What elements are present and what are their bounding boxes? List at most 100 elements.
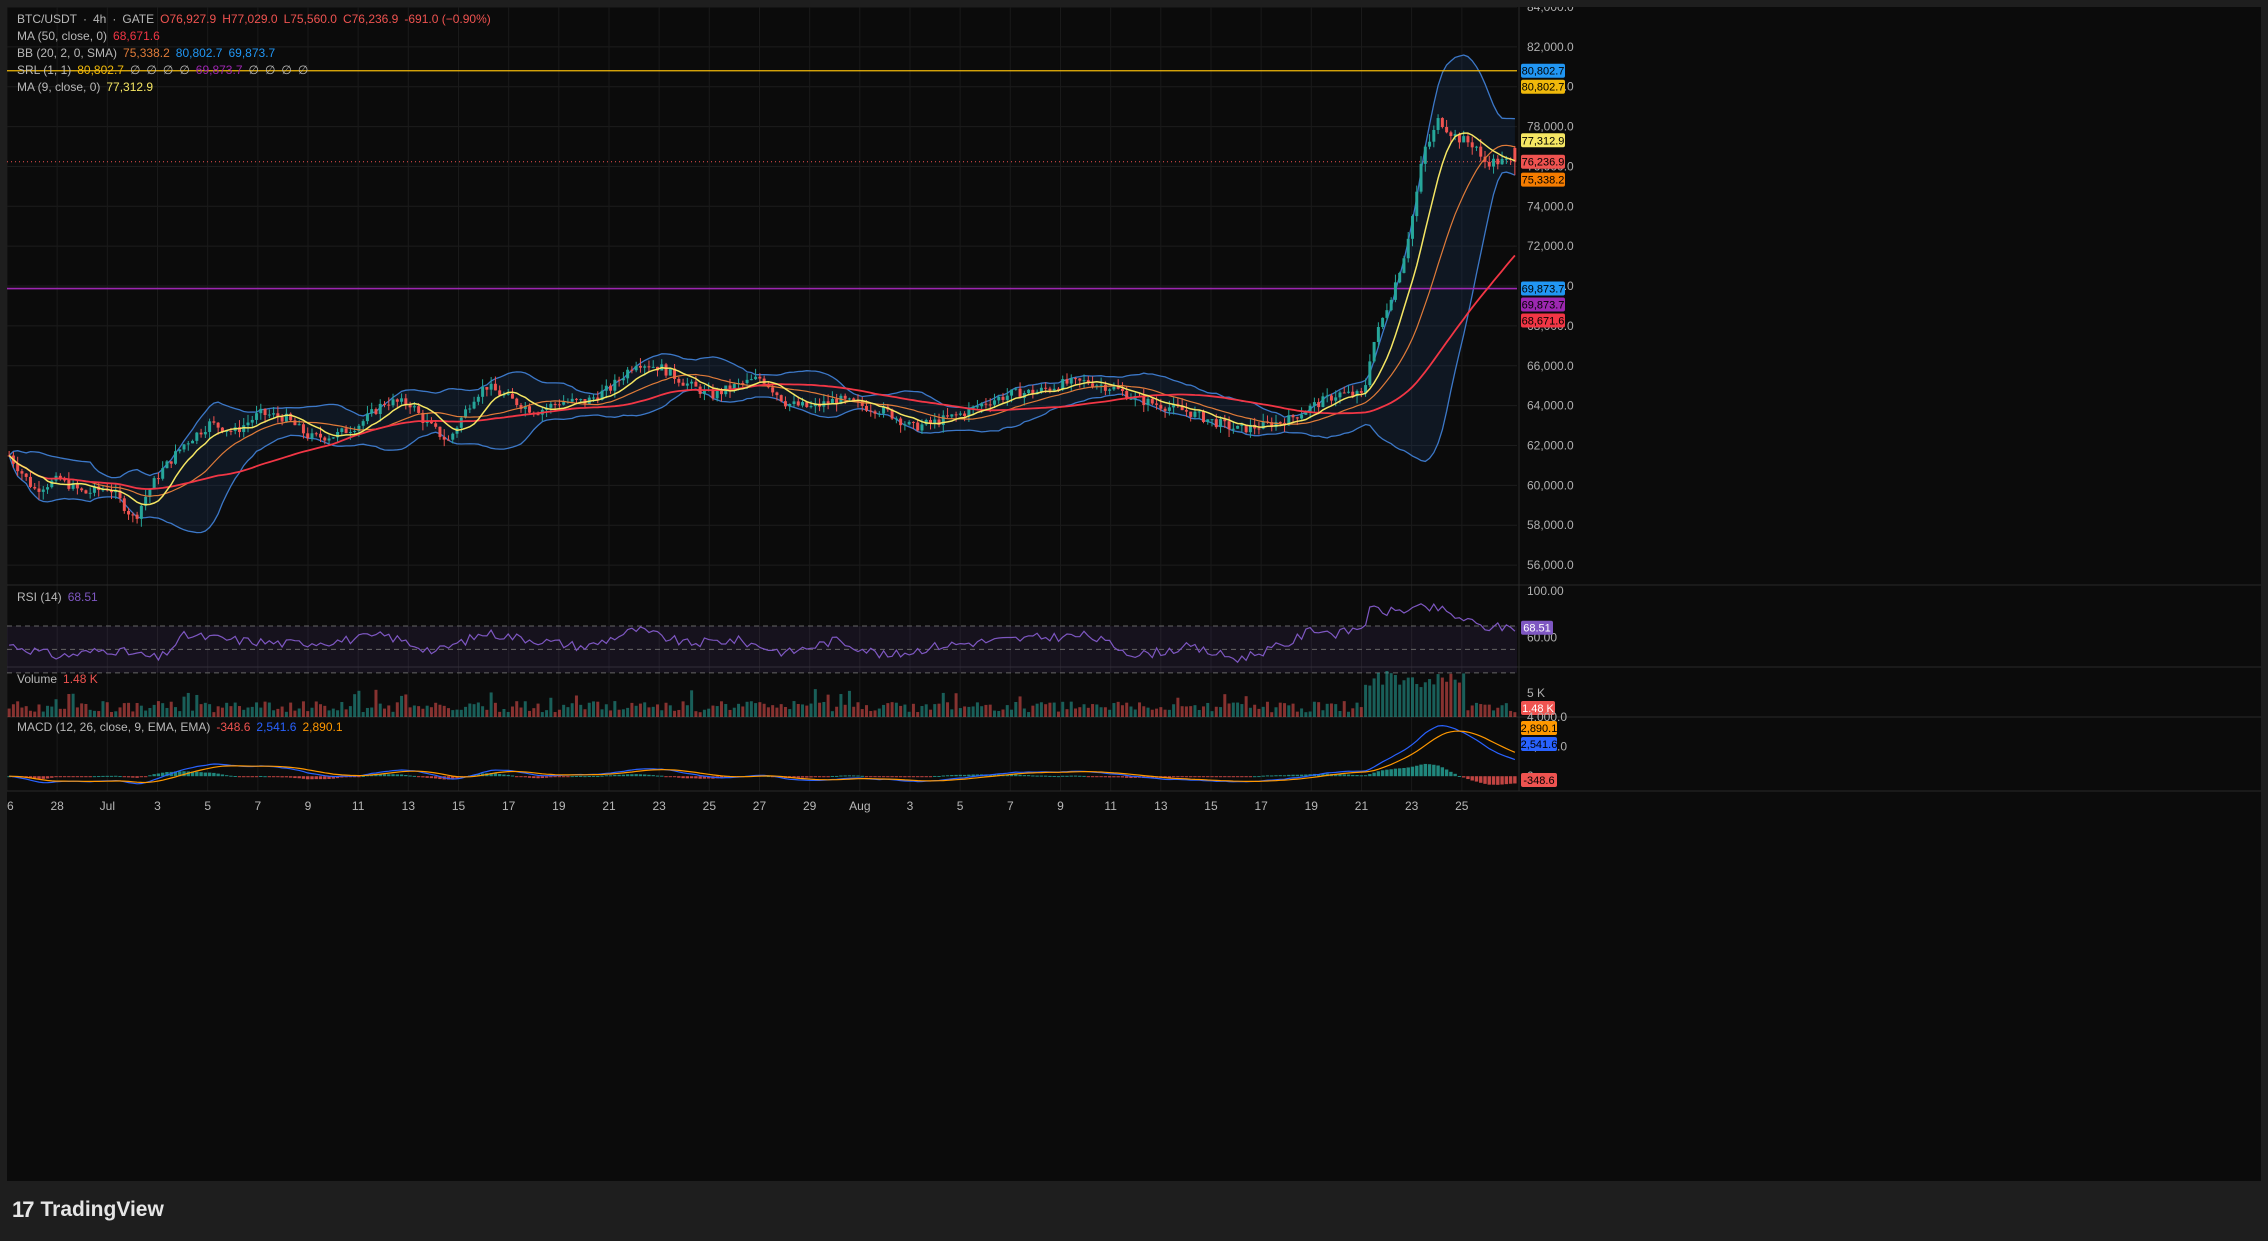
candle-body	[80, 488, 84, 491]
volume-bar	[1048, 702, 1052, 717]
volume-bar	[903, 704, 907, 717]
macd-hist-bar	[561, 776, 566, 778]
candle-body	[553, 403, 557, 405]
volume-bar	[1462, 673, 1466, 717]
volume-bar	[707, 708, 711, 717]
volume-bar	[523, 701, 527, 717]
volume-bar	[566, 707, 570, 717]
macd-hist-bar	[395, 774, 400, 777]
price-label: 75,338.2	[1522, 175, 1565, 187]
candle-body	[1500, 158, 1504, 165]
candle-body	[442, 436, 446, 440]
volume-bar	[1411, 677, 1414, 717]
volume-bar	[378, 703, 382, 717]
volume-bar	[1103, 707, 1107, 717]
candle-body	[383, 403, 386, 405]
macd-hist-bar	[1244, 776, 1248, 778]
macd-hist-bar	[195, 771, 199, 777]
macd-hist-bar	[1491, 776, 1496, 785]
candle-body	[515, 398, 519, 406]
macd-hist-bar	[1103, 776, 1108, 778]
volume-bar	[1116, 701, 1120, 717]
volume-bar	[988, 704, 992, 717]
price-label: 69,873.7	[1522, 284, 1565, 296]
candle-body	[894, 418, 898, 420]
volume-bar	[1005, 705, 1009, 717]
candle-body	[1197, 411, 1201, 413]
volume-bar	[203, 702, 207, 717]
volume-bar	[958, 708, 962, 717]
macd-label: 2,890.1	[1521, 723, 1558, 735]
candle-body	[1393, 282, 1397, 300]
macd-hist-bar	[229, 775, 233, 777]
candle-body	[1415, 191, 1419, 217]
candle-body	[980, 403, 984, 407]
macd-hist-bar	[497, 773, 502, 777]
macd-hist-bar	[587, 775, 591, 777]
candle-body	[801, 402, 805, 406]
macd-hist-bar	[1474, 776, 1479, 782]
volume-bar	[1074, 708, 1078, 717]
candle-body	[1112, 386, 1116, 390]
volume-bar	[1321, 710, 1325, 717]
candle-body	[1359, 391, 1363, 393]
volume-bar	[924, 704, 928, 717]
candle-body	[638, 365, 642, 368]
candle-body	[1436, 118, 1440, 130]
macd-hist-bar	[1453, 773, 1457, 777]
candle-body	[33, 486, 37, 489]
macd-hist-bar	[1035, 775, 1039, 777]
x-axis-tick: 23	[1405, 799, 1419, 813]
volume-bar	[216, 706, 220, 717]
volume-bar	[899, 705, 903, 717]
volume-bar	[165, 707, 169, 717]
candle-body	[139, 505, 143, 519]
volume-bar	[1189, 706, 1193, 717]
volume-bar	[852, 706, 856, 717]
macd-hist-bar	[1466, 776, 1470, 780]
ma50-legend: MA (50, close, 0) 68,671.6	[17, 28, 503, 45]
volume-bar	[1453, 679, 1457, 717]
macd-hist-bar	[532, 776, 536, 779]
chart-canvas[interactable]: 84,000.082,000.080,000.078,000.076,000.0…	[7, 7, 2261, 1181]
x-axis-tick: 3	[907, 799, 914, 813]
volume-bar	[984, 704, 988, 717]
macd-hist-bar	[284, 776, 289, 778]
volume-bar	[438, 704, 442, 717]
macd-hist-value: -348.6	[216, 720, 251, 734]
candle-body	[1295, 417, 1299, 419]
volume-bar	[933, 704, 937, 717]
volume-bar	[1261, 706, 1265, 717]
volume-bar	[135, 703, 139, 717]
volume-bar	[246, 707, 250, 717]
macd-hist-bar	[817, 776, 822, 778]
macd-hist-bar	[1124, 776, 1129, 778]
bb-basis-value: 75,338.2	[123, 46, 170, 60]
volume-bar	[1492, 710, 1496, 717]
volume-bar	[1044, 704, 1048, 717]
volume-bar	[1423, 682, 1427, 717]
macd-hist-bar	[131, 776, 135, 778]
macd-hist-bar	[1090, 776, 1095, 778]
macd-hist-bar	[506, 774, 510, 777]
tradingview-logo[interactable]: 17 TradingView	[12, 1197, 164, 1223]
volume-bar	[1470, 705, 1474, 717]
volume-bar	[242, 709, 246, 717]
volume-bar	[1146, 707, 1150, 717]
macd-hist-bar	[421, 776, 425, 778]
volume-bar	[1287, 705, 1291, 717]
macd-hist-bar	[1513, 776, 1517, 784]
volume-bar	[1201, 706, 1205, 717]
candle-body	[920, 424, 924, 431]
volume-bar	[860, 709, 864, 717]
volume-bar	[967, 706, 971, 717]
volume-bar	[685, 705, 689, 717]
macd-hist-bar	[898, 776, 903, 778]
volume-bar	[532, 708, 536, 717]
macd-hist-bar	[903, 776, 907, 778]
chart-frame[interactable]: 84,000.082,000.080,000.078,000.076,000.0…	[7, 7, 2261, 1181]
candle-body	[1069, 378, 1073, 384]
volume-bar	[1304, 712, 1308, 717]
candle-body	[988, 404, 992, 406]
volume-bar	[1150, 709, 1154, 717]
